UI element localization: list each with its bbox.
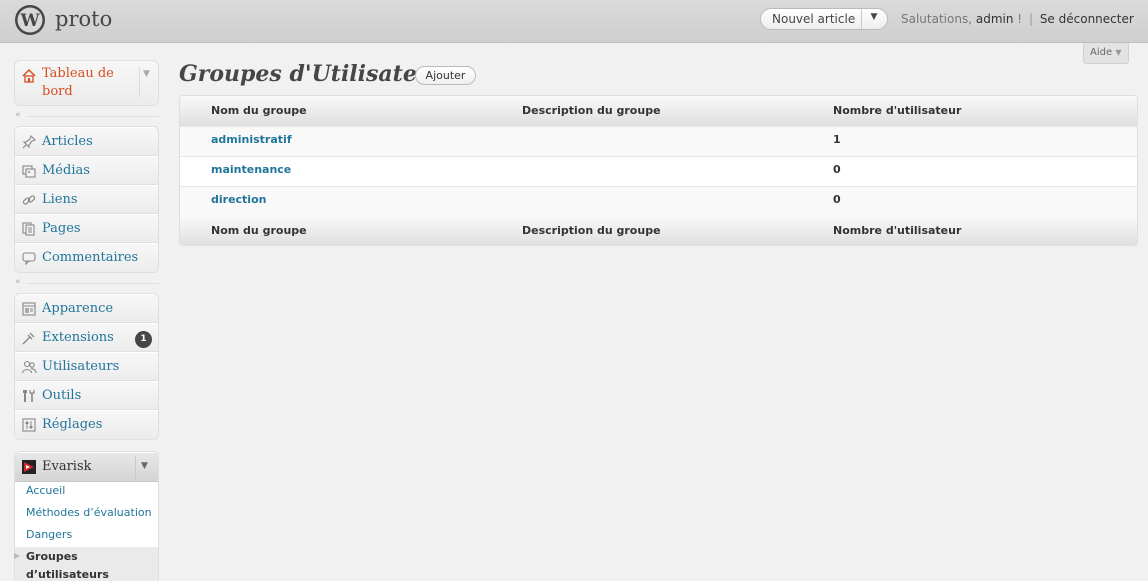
submenu-item-groupes[interactable]: Groupes d’utilisateurs: [26, 548, 146, 581]
sidebar-item-evarisk[interactable]: Evarisk ▼: [15, 452, 158, 482]
table-header: Nom du groupe Description du groupe Nomb…: [180, 96, 1137, 126]
svg-text:W: W: [19, 11, 40, 31]
table-row[interactable]: direction 0: [180, 186, 1137, 216]
sidebar-item-pages[interactable]: Pages: [15, 214, 158, 243]
home-icon: [22, 68, 36, 83]
group-name-link[interactable]: maintenance: [211, 163, 291, 176]
column-header-count[interactable]: Nombre d'utilisateur: [833, 104, 961, 117]
comment-icon: [22, 252, 36, 266]
submenu-item-accueil[interactable]: Accueil: [26, 484, 65, 497]
greeting-suffix: !: [1017, 12, 1023, 26]
sidebar-item-label: Liens: [42, 192, 78, 207]
users-icon: [21, 360, 37, 374]
sidebar-item-label: Réglages: [42, 417, 103, 432]
column-footer-name[interactable]: Nom du groupe: [211, 224, 307, 237]
button-divider: [861, 9, 862, 29]
sidebar-item-reglages[interactable]: Réglages: [15, 410, 158, 439]
sidebar-group-content: Articles Médias Liens Pages Commentaires: [14, 126, 159, 273]
username-link[interactable]: admin: [976, 12, 1014, 26]
sidebar-item-label: Commentaires: [42, 250, 139, 265]
site-title[interactable]: proto: [55, 7, 112, 31]
divider: [139, 67, 140, 97]
column-footer-description[interactable]: Description du groupe: [522, 224, 661, 237]
sidebar-item-label: Utilisateurs: [42, 359, 120, 374]
submenu-item-dangers[interactable]: Dangers: [26, 528, 72, 541]
sidebar-item-articles[interactable]: Articles: [15, 127, 158, 156]
wordpress-logo-icon[interactable]: W: [14, 4, 46, 36]
submenu-item-methodes[interactable]: Méthodes d’évaluation: [26, 506, 152, 519]
new-post-label[interactable]: Nouvel article: [772, 12, 855, 26]
greeting-prefix: Salutations,: [901, 12, 973, 26]
plugin-icon: [22, 332, 35, 345]
appearance-icon: [22, 302, 36, 316]
chevron-down-icon[interactable]: ▼: [866, 12, 882, 22]
group-name-link[interactable]: direction: [211, 193, 266, 206]
user-count: 1: [833, 133, 841, 146]
add-group-button[interactable]: Ajouter: [415, 66, 476, 85]
groups-table: Nom du groupe Description du groupe Nomb…: [179, 95, 1138, 246]
table-row[interactable]: administratif 1: [180, 126, 1137, 156]
sidebar-item-label: Apparence: [42, 301, 114, 316]
page-title: Groupes d'Utilisateur: [179, 61, 445, 87]
table-footer: Nom du groupe Description du groupe Nomb…: [180, 216, 1137, 245]
current-pointer-icon: ▶: [14, 551, 21, 560]
sidebar-item-medias[interactable]: Médias: [15, 156, 158, 185]
logout-link[interactable]: Se déconnecter: [1040, 12, 1134, 26]
sidebar-item-label: Extensions: [42, 330, 114, 345]
group-name-link[interactable]: administratif: [211, 133, 292, 146]
sidebar-item-dashboard[interactable]: Tableau de bord ▼: [14, 60, 159, 106]
settings-icon: [22, 418, 36, 432]
media-icon: [22, 165, 36, 178]
sidebar-item-label: Outils: [42, 388, 82, 403]
sidebar-item-label: Tableau de bord: [42, 66, 114, 99]
sidebar-group-admin: Apparence Extensions 1 Utilisateurs Outi…: [14, 293, 159, 440]
column-header-name[interactable]: Nom du groupe: [211, 104, 307, 117]
update-count-badge: 1: [135, 331, 152, 348]
divider: [135, 456, 136, 480]
link-icon: [22, 195, 36, 205]
divider: |: [1028, 12, 1033, 26]
column-footer-count[interactable]: Nombre d'utilisateur: [833, 224, 961, 237]
help-tab[interactable]: Aide ▼: [1083, 43, 1129, 64]
sidebar-item-label: Evarisk: [42, 459, 92, 474]
user-greeting: Salutations, admin ! | Se déconnecter: [901, 12, 1134, 26]
sidebar-item-label: Médias: [42, 163, 90, 178]
sidebar-item-liens[interactable]: Liens: [15, 185, 158, 214]
separator: [26, 283, 159, 284]
column-header-description[interactable]: Description du groupe: [522, 104, 661, 117]
collapse-arrow-icon[interactable]: «: [15, 277, 21, 287]
tools-icon: [23, 390, 35, 402]
table-row[interactable]: maintenance 0: [180, 156, 1137, 186]
sidebar-group-evarisk: Evarisk ▼ Accueil Méthodes d’évaluation …: [14, 451, 159, 581]
evarisk-logo-icon: [22, 460, 36, 474]
help-label[interactable]: Aide: [1090, 47, 1112, 58]
sidebar-item-commentaires[interactable]: Commentaires: [15, 243, 158, 272]
sidebar-item-utilisateurs[interactable]: Utilisateurs: [15, 352, 158, 381]
chevron-down-icon: ▼: [1115, 48, 1122, 57]
chevron-down-icon[interactable]: ▼: [141, 461, 148, 471]
sidebar-item-apparence[interactable]: Apparence: [15, 294, 158, 323]
separator: [26, 116, 159, 117]
chevron-down-icon[interactable]: ▼: [143, 69, 150, 79]
sidebar-item-label: Pages: [42, 221, 81, 236]
sidebar-item-extensions[interactable]: Extensions 1: [15, 323, 158, 352]
collapse-arrow-icon[interactable]: «: [15, 110, 21, 120]
new-post-button[interactable]: Nouvel article ▼: [760, 8, 888, 30]
pushpin-icon: [22, 134, 37, 149]
pages-icon: [22, 222, 35, 236]
user-count: 0: [833, 163, 841, 176]
sidebar-item-label: Articles: [42, 134, 93, 149]
user-count: 0: [833, 193, 841, 206]
sidebar-item-outils[interactable]: Outils: [15, 381, 158, 410]
admin-header: W proto Nouvel article ▼ Salutations, ad…: [0, 0, 1148, 43]
